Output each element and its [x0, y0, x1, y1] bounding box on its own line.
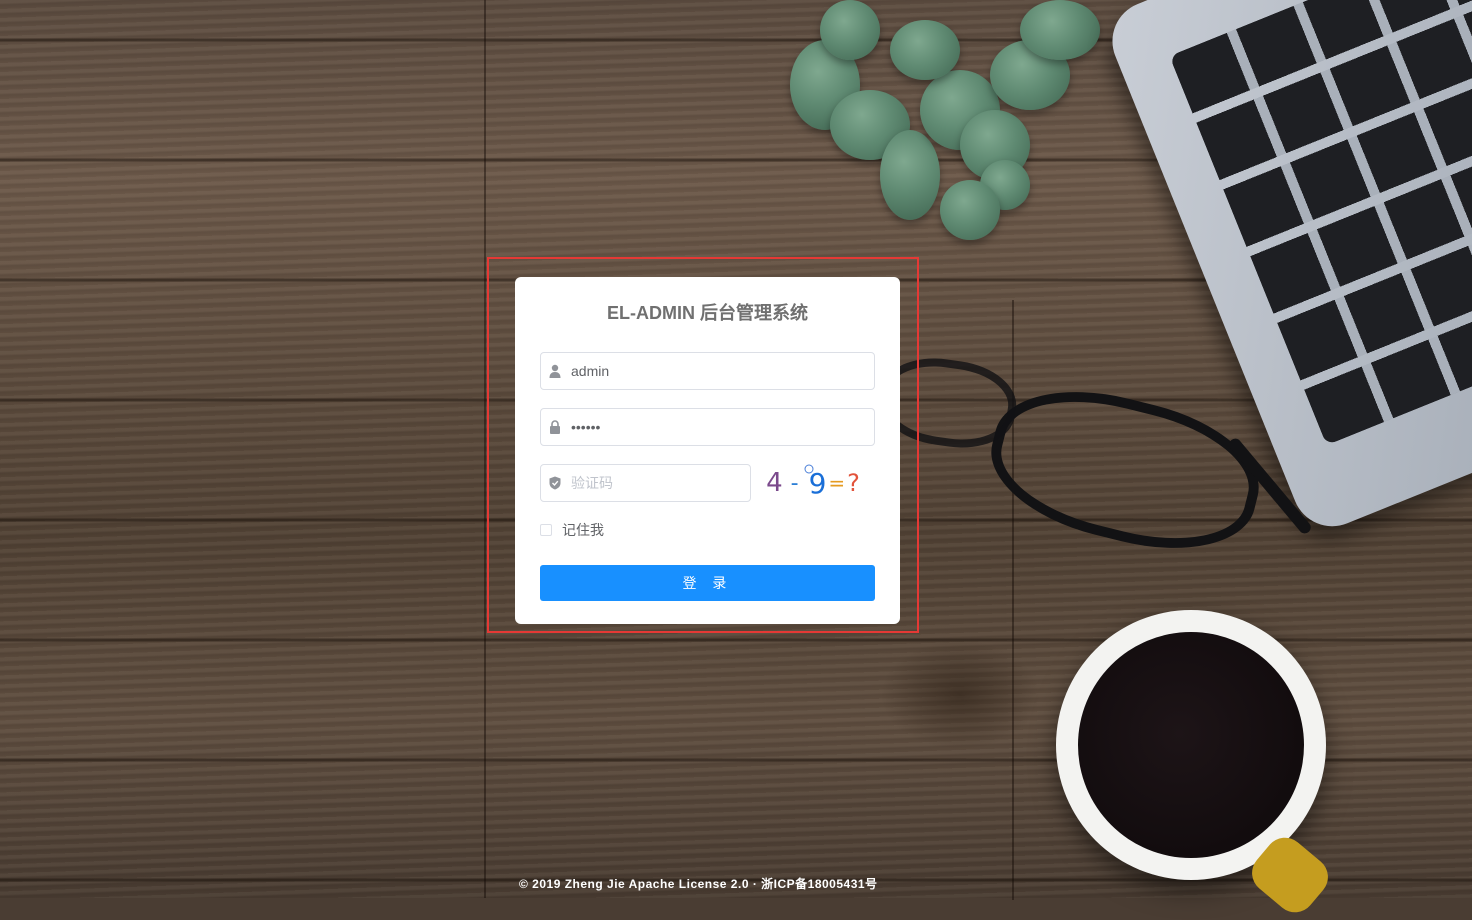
plank-seam — [484, 0, 486, 898]
captcha-char: ? — [847, 469, 860, 497]
password-field[interactable] — [540, 408, 875, 446]
captcha-field[interactable] — [540, 464, 751, 502]
captcha-char: = — [828, 471, 846, 495]
login-form: EL-ADMIN 后台管理系统 4 - 9 = ? — [515, 277, 900, 624]
login-button[interactable]: 登 录 — [540, 565, 875, 601]
username-field[interactable] — [540, 352, 875, 390]
captcha-noise-circle — [804, 464, 814, 474]
shield-icon — [549, 476, 561, 490]
remember-me-label[interactable]: 记住我 — [562, 520, 604, 540]
user-icon — [549, 364, 561, 378]
captcha-input[interactable] — [541, 465, 750, 501]
lock-icon — [550, 420, 560, 434]
wood-knot — [880, 640, 1040, 750]
succulent-plant-image — [760, 0, 1120, 250]
remember-me-checkbox[interactable] — [540, 524, 552, 536]
eyeglasses-image — [874, 350, 1320, 590]
captcha-char: 4 — [766, 468, 783, 498]
login-title: EL-ADMIN 后台管理系统 — [607, 303, 808, 323]
captcha-image[interactable]: 4 - 9 = ? — [751, 464, 875, 502]
username-input[interactable] — [541, 353, 874, 389]
remember-me[interactable]: 记住我 — [540, 522, 875, 538]
footer-text: © 2019 Zheng Jie Apache License 2.0 · 浙I… — [519, 877, 878, 891]
password-input[interactable] — [541, 409, 874, 445]
captcha-char: - — [790, 470, 799, 496]
captcha-row: 4 - 9 = ? — [540, 464, 875, 502]
